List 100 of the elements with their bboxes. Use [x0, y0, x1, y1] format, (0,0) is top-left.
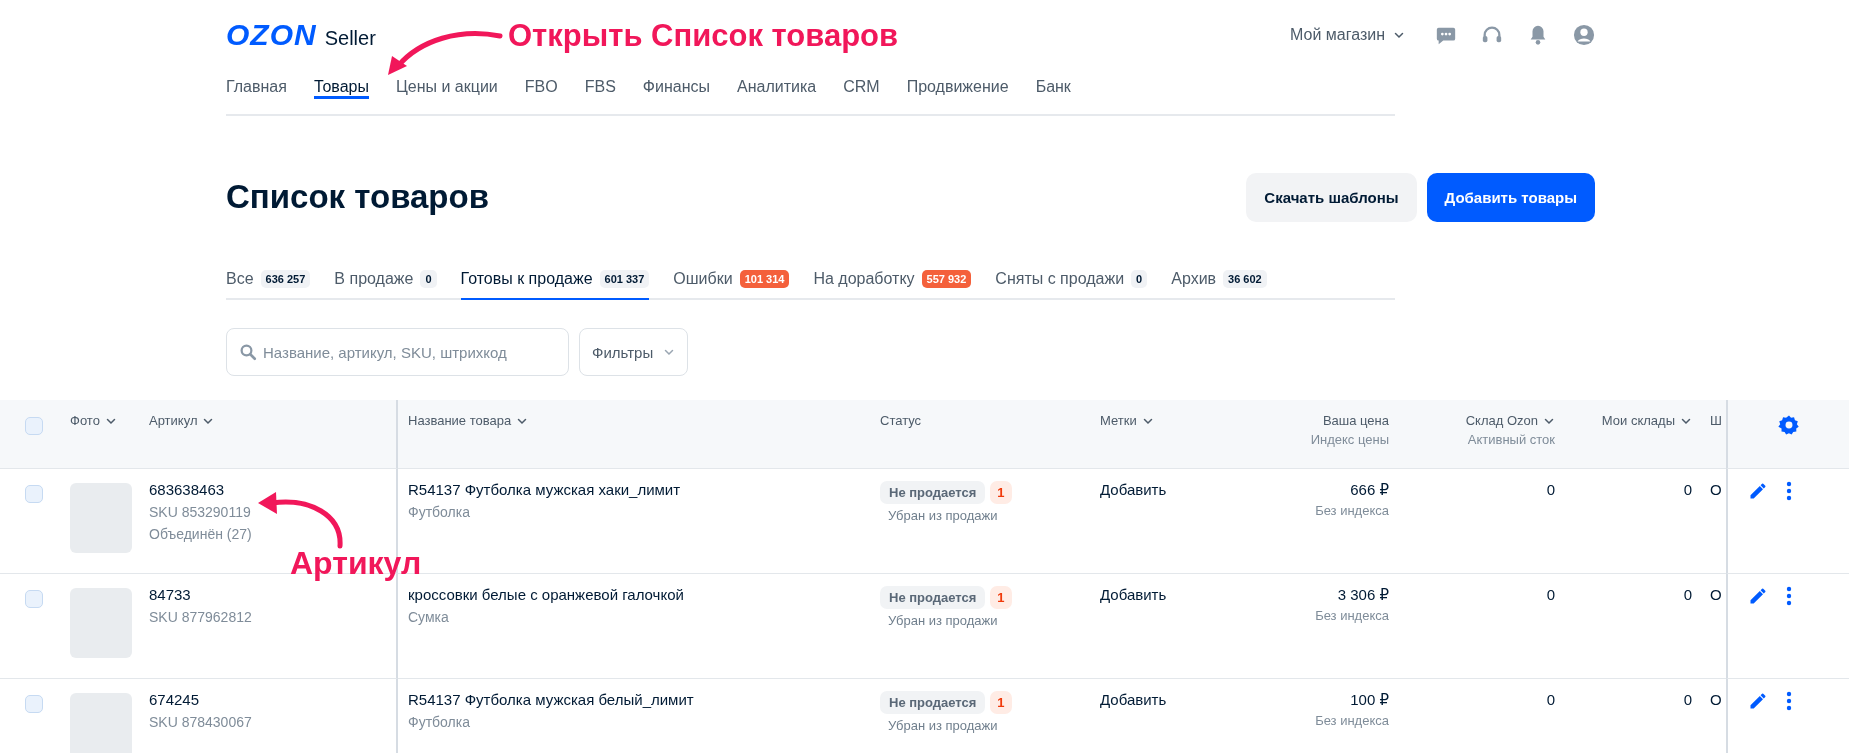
merged-link[interactable]: Объединён (27)	[149, 526, 396, 542]
page-title: Список товаров	[226, 178, 489, 216]
column-header[interactable]: Артикул	[149, 413, 215, 428]
nav-tab[interactable]: Товары	[313, 66, 369, 99]
count-badge: 636 257	[260, 270, 311, 288]
add-label-link[interactable]: Добавить	[1100, 691, 1167, 708]
product-name: R54137 Футболка мужская белый_лимит	[408, 691, 695, 708]
more-button[interactable]	[1786, 481, 1792, 503]
nav-tab[interactable]: Продвижение	[906, 66, 1009, 99]
add-label-link[interactable]: Добавить	[1100, 586, 1167, 603]
dots-icon	[1786, 586, 1792, 606]
status-note: Убран из продажи	[888, 613, 999, 628]
more-button[interactable]	[1786, 691, 1792, 713]
product-category: Сумка	[408, 609, 450, 625]
price: 666 ₽	[1349, 481, 1389, 499]
table-cell-text: 0	[1545, 691, 1555, 708]
count-badge: 0	[420, 270, 437, 288]
pencil-icon	[1748, 481, 1768, 501]
pencil-icon	[1748, 586, 1768, 606]
column-header: Статус	[880, 413, 922, 428]
checkbox[interactable]	[25, 590, 43, 608]
nav-tab[interactable]: CRM	[843, 66, 880, 99]
sku: SKU 853290119	[149, 504, 252, 520]
table-cell: О	[1710, 586, 1722, 603]
nav-tab[interactable]: FBO	[524, 66, 558, 99]
nav-tab[interactable]: Цены и акции	[395, 66, 498, 99]
status-tab[interactable]: Сняты с продажи 0	[995, 266, 1148, 300]
price-index: Без индекса	[1314, 503, 1389, 518]
count-badge: 1	[990, 691, 1012, 714]
add-label-link[interactable]: Добавить	[1100, 481, 1167, 498]
product-name: R54137 Футболка мужская хаки_лимит	[408, 481, 682, 498]
status-tab[interactable]: На доработку 557 932	[813, 266, 972, 300]
count-badge: 557 932	[921, 270, 972, 288]
status-badge: Не продается	[880, 481, 986, 504]
article-number: 84733	[149, 586, 192, 603]
status-note: Убран из продажи	[888, 508, 999, 523]
price: 100 ₽	[1349, 691, 1389, 709]
column-header: Ш	[1710, 413, 1722, 428]
table-cell-text: 0	[1545, 586, 1555, 603]
table-cell-text: 0	[1682, 586, 1692, 603]
status-tab[interactable]: Ошибки 101 314	[673, 266, 790, 300]
logo-suffix: Seller	[324, 27, 376, 50]
column-header[interactable]: Название товара	[408, 413, 529, 428]
nav-tab[interactable]: Главная	[226, 66, 287, 99]
annotation-text: Артикул	[290, 545, 422, 582]
table-cell-text: 0	[1545, 481, 1555, 498]
price: 3 306 ₽	[1336, 586, 1389, 604]
settings-icon[interactable]	[1777, 414, 1800, 436]
column-subheader: Индекс цены	[1309, 432, 1389, 447]
checkbox[interactable]	[25, 695, 43, 713]
pencil-icon	[1748, 691, 1768, 711]
nav-tab[interactable]: FBS	[584, 66, 616, 99]
sku: SKU 877962812	[149, 609, 253, 625]
nav-tab[interactable]: Финансы	[642, 66, 710, 99]
more-button[interactable]	[1786, 586, 1792, 608]
count-badge: 0	[1131, 270, 1148, 288]
status-tab[interactable]: Архив 36 602	[1171, 266, 1267, 300]
add-products-button[interactable]: Добавить товары	[1426, 172, 1595, 222]
filters-button[interactable]: Фильтры	[579, 328, 689, 376]
logo[interactable]: OZON	[226, 18, 317, 52]
status-badge: Не продается	[880, 586, 986, 609]
column-header[interactable]: Мои склады	[1601, 413, 1692, 428]
count-badge: 1	[990, 586, 1012, 609]
article-number: 674245	[149, 691, 201, 708]
count-badge: 601 337	[599, 270, 650, 288]
column-subheader: Активный сток	[1466, 432, 1555, 447]
status-note: Убран из продажи	[888, 718, 999, 733]
price-index: Без индекса	[1314, 713, 1389, 728]
article-number: 683638463	[149, 481, 226, 498]
price-index: Без индекса	[1314, 608, 1389, 623]
count-badge: 101 314	[739, 270, 790, 288]
table-cell-text: 0	[1682, 481, 1692, 498]
dots-icon	[1786, 691, 1792, 711]
checkbox[interactable]	[25, 417, 43, 435]
count-badge: 1	[990, 481, 1012, 504]
column-header[interactable]: Фото	[70, 413, 117, 428]
column-header: Ваша цена	[1322, 413, 1389, 428]
nav-tab[interactable]: Банк	[1035, 66, 1071, 99]
download-templates-button[interactable]: Скачать шаблоны	[1246, 172, 1417, 222]
sku: SKU 878430067	[149, 714, 253, 730]
status-tab[interactable]: В продаже 0	[334, 266, 437, 300]
store-selector[interactable]: Мой магазин	[1290, 26, 1405, 44]
checkbox[interactable]	[25, 485, 43, 503]
dots-icon	[1786, 481, 1792, 501]
annotation-text: Открыть Список товаров	[508, 18, 899, 54]
status-tab[interactable]: Все 636 257	[226, 266, 311, 300]
nav-tab[interactable]: Аналитика	[737, 66, 817, 99]
product-category: Футболка	[408, 504, 471, 520]
column-header[interactable]: Метки	[1100, 413, 1154, 428]
table-cell-text: 0	[1682, 691, 1692, 708]
count-badge: 36 602	[1223, 270, 1267, 288]
table-cell: О	[1710, 691, 1722, 708]
status-tab[interactable]: Готовы к продаже 601 337	[460, 266, 650, 300]
status-badge: Не продается	[880, 691, 986, 714]
user-icon[interactable]	[1573, 24, 1595, 46]
column-header[interactable]: Склад Ozon	[1465, 413, 1555, 428]
search-field[interactable]: Название, артикул, SKU, штрихкод	[226, 328, 569, 376]
product-name: кроссовки белые с оранжевой галочкой	[408, 586, 685, 603]
table-cell: О	[1710, 481, 1722, 498]
product-category: Футболка	[408, 714, 471, 730]
